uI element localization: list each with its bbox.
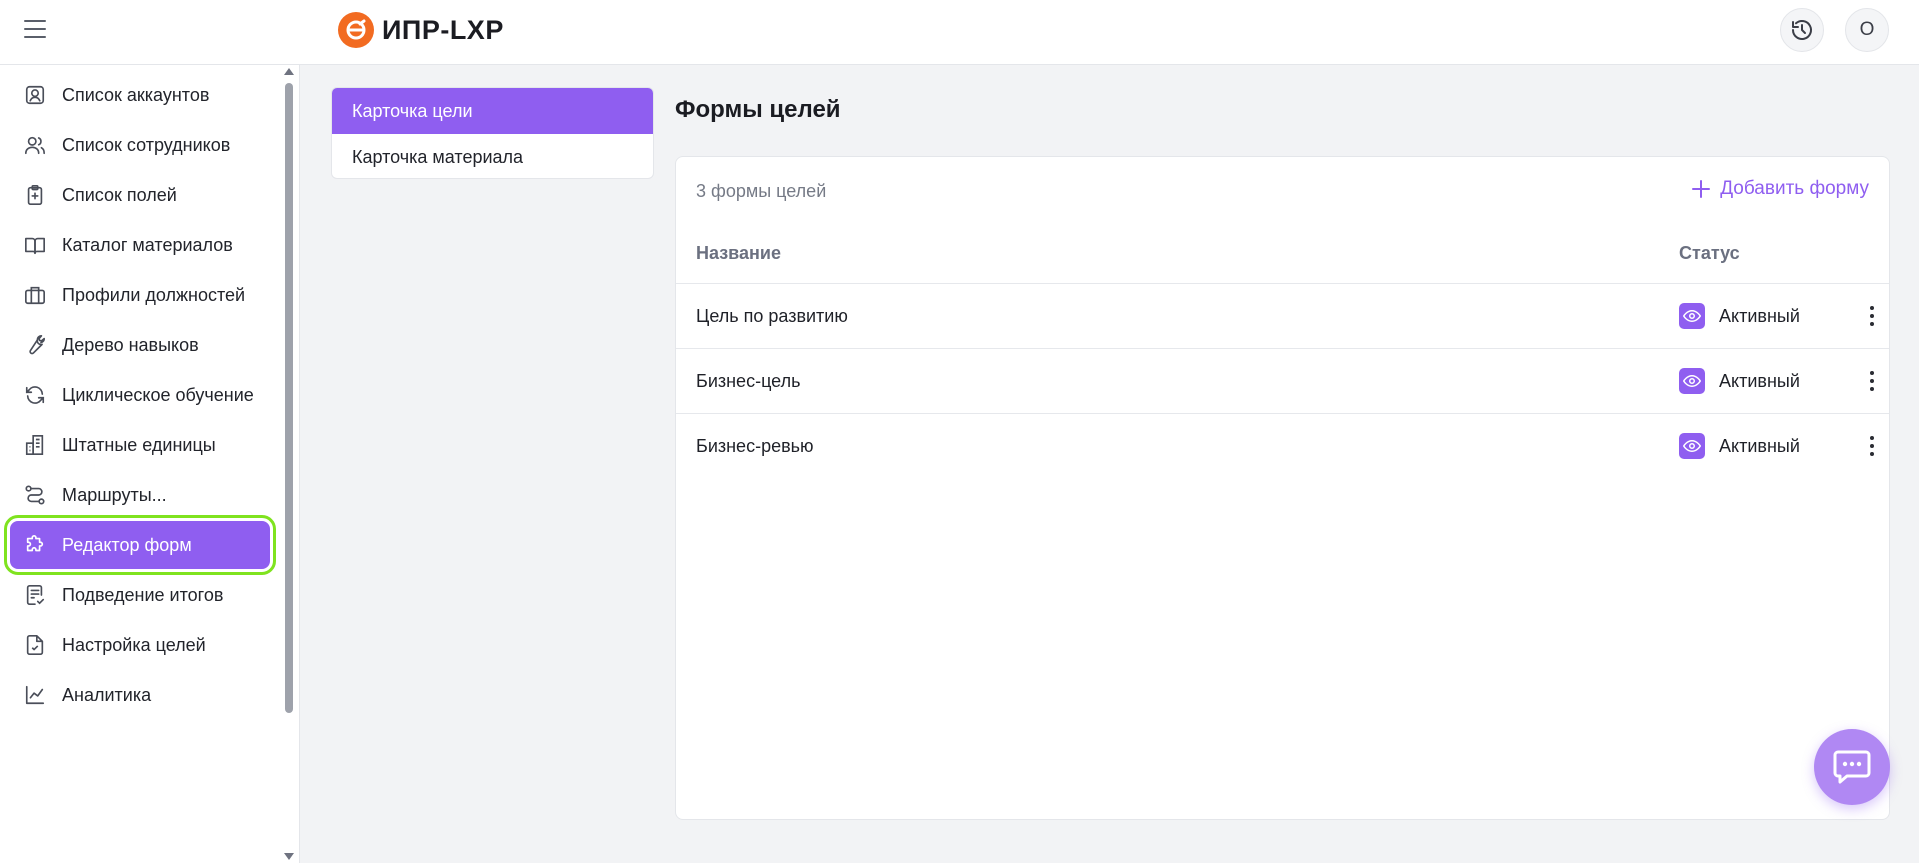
status-badge: Активный [1679,368,1800,394]
form-type-goal-card[interactable]: Карточка цели [332,88,653,134]
sidebar-item-label: Аналитика [62,684,152,705]
status-badge: Активный [1679,303,1800,329]
briefcase-icon [22,282,48,308]
add-form-label: Добавить форму [1720,178,1869,199]
table-row[interactable]: Цель по развитию Активный [676,283,1889,348]
row-name: Бизнес-ревью [696,435,814,456]
sidebar-item-label: Дерево навыков [62,334,199,355]
file-check-icon [22,632,48,658]
building-icon [22,432,48,458]
sidebar-item-results[interactable]: Подведение итогов [10,571,270,619]
wrench-icon [22,332,48,358]
sidebar-item-positions[interactable]: Профили должностей [10,271,270,319]
sidebar-item-label: Список полей [62,184,177,205]
route-icon [22,482,48,508]
scroll-up-icon[interactable] [284,68,294,75]
table-row[interactable]: Бизнес-цель Активный [676,348,1889,413]
top-bar: ИПР-LXP О [0,0,1919,65]
sidebar-item-cyclic-learning[interactable]: Циклическое обучение [10,371,270,419]
sidebar-item-label: Маршруты... [62,484,167,505]
status-label: Активный [1719,370,1800,391]
sidebar-item-label: Штатные единицы [62,434,216,455]
sidebar-item-goal-settings[interactable]: Настройка целей [10,621,270,669]
scrollbar-thumb[interactable] [285,83,293,713]
sidebar-item-staff-units[interactable]: Штатные единицы [10,421,270,469]
add-form-button[interactable]: Добавить форму [1692,178,1869,200]
user-avatar[interactable]: О [1845,8,1889,52]
users-icon [22,132,48,158]
row-name: Цель по развитию [696,305,848,326]
status-label: Активный [1719,435,1800,456]
eye-icon [1679,303,1705,329]
forms-count: 3 формы целей [696,181,827,201]
sidebar-item-label: Каталог материалов [62,234,233,255]
chat-icon [1833,750,1871,784]
app-logo[interactable]: ИПР-LXP [338,12,504,48]
scroll-down-icon[interactable] [284,853,294,860]
sidebar-item-analytics[interactable]: Аналитика [10,671,270,719]
more-options-icon[interactable] [1862,431,1882,461]
sidebar-item-label: Список сотрудников [62,134,231,155]
puzzle-icon [22,532,48,558]
sidebar-item-label: Настройка целей [62,634,206,655]
chart-line-icon [22,682,48,708]
status-label: Активный [1719,305,1800,326]
sidebar-item-label: Циклическое обучение [62,384,254,405]
eye-icon [1679,433,1705,459]
sidebar-item-label: Подведение итогов [62,584,224,605]
sidebar: Список аккаунтов Список сотрудников Спис… [0,65,300,863]
sidebar-scrollbar[interactable] [283,65,295,863]
eye-icon [1679,368,1705,394]
column-header-name: Название [696,243,781,263]
row-name: Бизнес-цель [696,370,801,391]
history-button[interactable] [1780,8,1824,52]
menu-icon[interactable] [22,18,48,40]
sidebar-item-employees[interactable]: Список сотрудников [10,121,270,169]
logo-text: ИПР-LXP [382,14,504,45]
history-icon [1792,20,1812,40]
plus-icon [1692,180,1711,198]
page-title: Формы целей [675,96,841,123]
sidebar-item-label: Список аккаунтов [62,84,210,105]
checklist-icon [22,582,48,608]
book-icon [22,232,48,258]
status-badge: Активный [1679,433,1800,459]
chat-button[interactable] [1814,729,1890,805]
more-options-icon[interactable] [1862,366,1882,396]
form-type-material-card[interactable]: Карточка материала [332,134,653,178]
forms-table-card: 3 формы целей Добавить форму Название Ст… [675,156,1890,820]
sidebar-item-label: Профили должностей [62,284,246,305]
account-icon [22,82,48,108]
sidebar-item-routes[interactable]: Маршруты... [10,471,270,519]
sidebar-item-accounts[interactable]: Список аккаунтов [10,71,270,119]
sidebar-item-materials[interactable]: Каталог материалов [10,221,270,269]
sidebar-item-skills[interactable]: Дерево навыков [10,321,270,369]
table-row[interactable]: Бизнес-ревью Активный [676,413,1889,478]
refresh-icon [22,382,48,408]
column-header-status: Статус [1679,243,1740,263]
sidebar-item-fields[interactable]: Список полей [10,171,270,219]
logo-icon [338,12,374,48]
clipboard-plus-icon [22,182,48,208]
sidebar-item-label: Редактор форм [62,534,192,555]
sidebar-item-form-editor[interactable]: Редактор форм [4,515,276,575]
form-type-list: Карточка цели Карточка материала [331,87,654,179]
more-options-icon[interactable] [1862,301,1882,331]
